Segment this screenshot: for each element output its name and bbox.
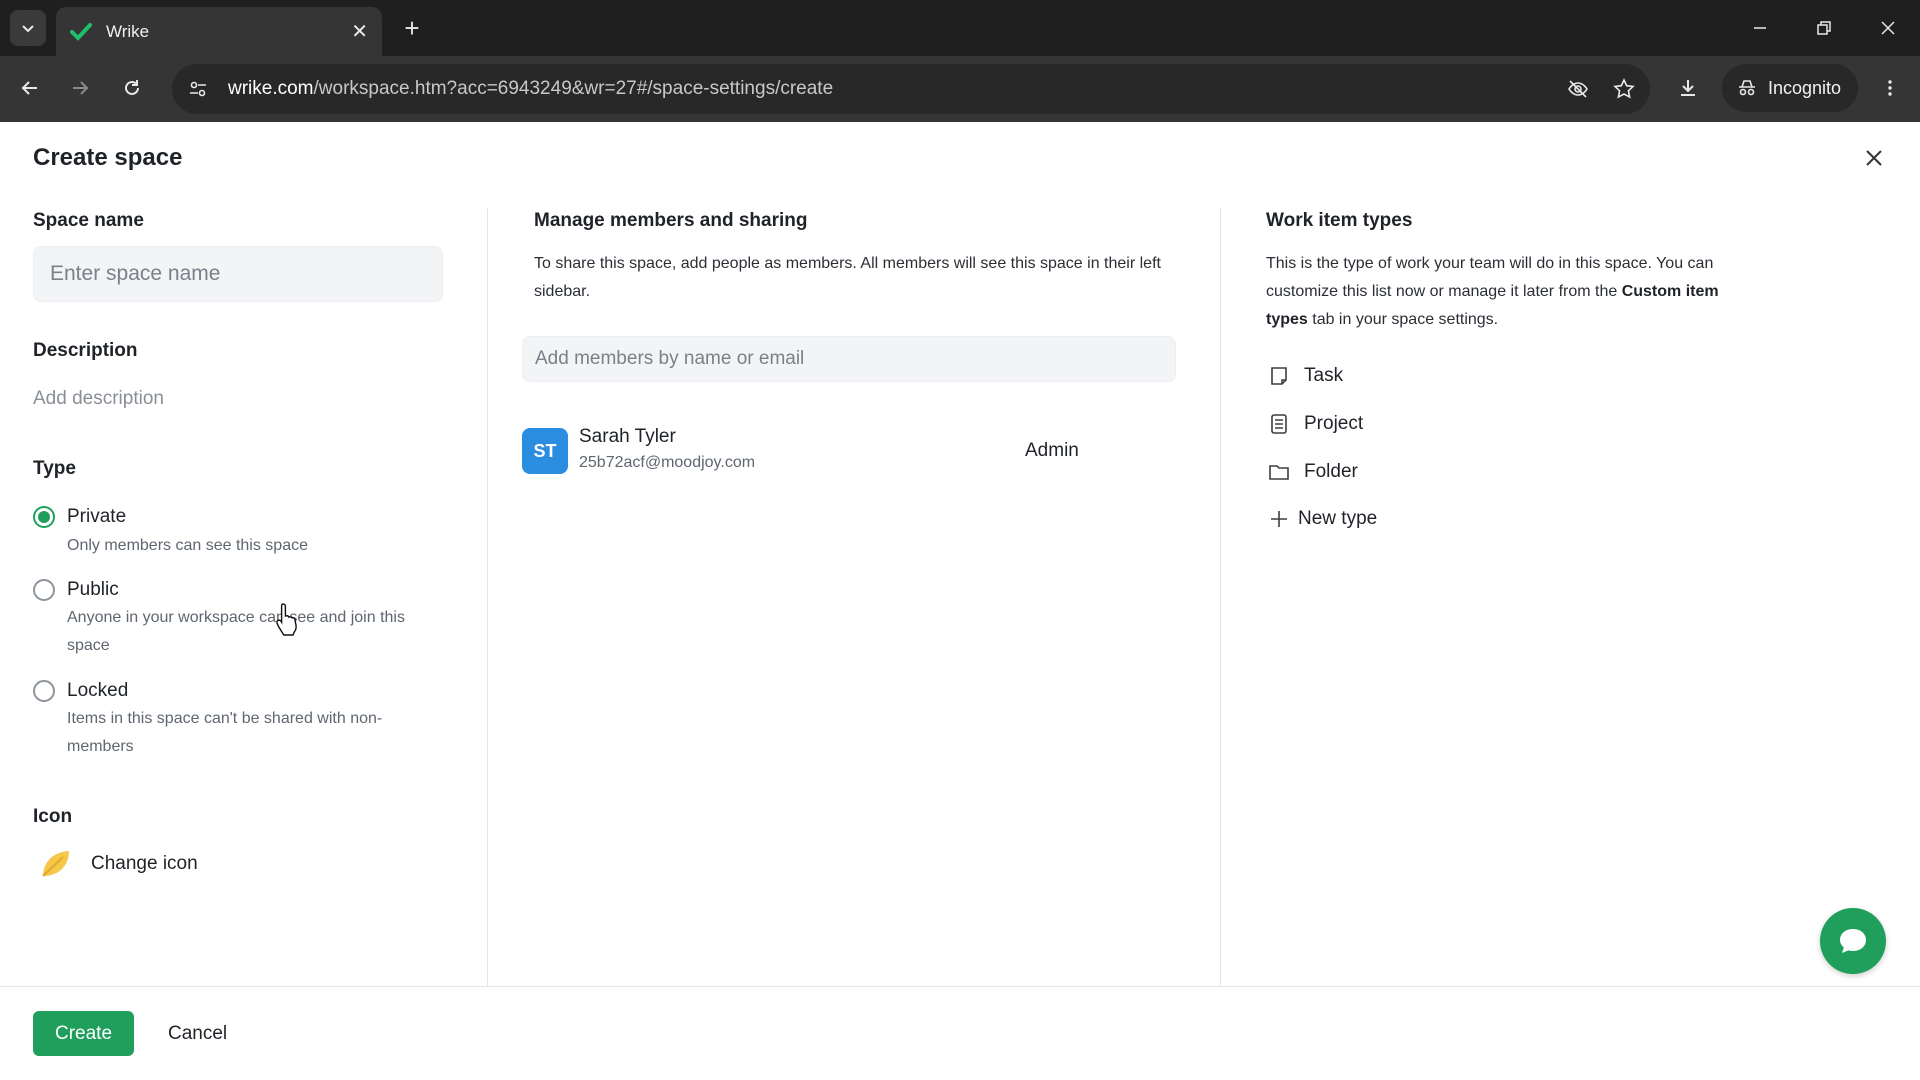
type-option-label: Locked	[67, 680, 129, 701]
eye-off-icon[interactable]	[1558, 69, 1598, 109]
type-option-public[interactable]: Public	[33, 579, 119, 601]
incognito-icon	[1739, 80, 1755, 96]
wrike-logo-icon	[70, 22, 92, 41]
browser-menu-button[interactable]	[1872, 70, 1908, 106]
type-option-locked[interactable]: Locked	[33, 680, 128, 702]
browser-toolbar: wrike.com/workspace.htm?acc=6943249&wr=2…	[0, 56, 1920, 122]
back-button[interactable]	[12, 70, 48, 106]
minimize-icon	[1754, 27, 1766, 29]
leaf-icon	[42, 851, 69, 877]
new-type-button[interactable]: New type	[1268, 508, 1377, 530]
change-icon-label: Change icon	[91, 853, 198, 874]
close-icon	[1881, 21, 1895, 35]
column-divider	[487, 208, 488, 1020]
wit-desc-text: tab in your space settings.	[1307, 311, 1499, 328]
chat-bubble-icon	[1840, 929, 1866, 953]
icon-label: Icon	[33, 806, 73, 827]
download-icon	[1681, 80, 1695, 96]
hand-cursor-icon	[276, 603, 297, 636]
type-option-desc: Only members can see this space	[67, 537, 308, 554]
address-bar[interactable]: wrike.com/workspace.htm?acc=6943249&wr=2…	[172, 64, 1650, 114]
restore-icon	[1817, 21, 1831, 35]
type-label: Type	[33, 458, 76, 479]
member-email: 25b72acf@moodjoy.com	[579, 454, 756, 471]
cancel-button[interactable]: Cancel	[168, 1011, 227, 1056]
add-members-input[interactable]	[522, 336, 1176, 382]
column-divider	[1220, 208, 1221, 1020]
description-label: Description	[33, 340, 138, 361]
tab-search-button[interactable]	[10, 10, 46, 46]
type-option-label: Public	[67, 579, 119, 600]
project-icon	[1271, 414, 1287, 434]
more-vertical-icon	[1888, 80, 1892, 96]
member-row: ST Sarah Tyler 25b72acf@moodjoy.com Admi…	[522, 424, 1082, 476]
create-button[interactable]: Create	[33, 1011, 134, 1056]
type-option-desc: Anyone in your workspace can see and joi…	[67, 609, 405, 654]
browser-tabbar: Wrike ✕ +	[0, 0, 1920, 56]
work-item-type-label: Task	[1304, 365, 1344, 386]
reload-icon	[125, 80, 139, 95]
members-title: Manage members and sharing	[534, 210, 808, 231]
site-info-icon[interactable]	[178, 69, 218, 109]
space-name-label: Space name	[33, 210, 144, 231]
download-button[interactable]	[1670, 70, 1706, 106]
work-item-types-description: This is the type of work your team will …	[1266, 250, 1726, 334]
arrow-left-icon	[21, 81, 37, 95]
radio-public[interactable]	[33, 579, 55, 601]
tab-title: Wrike	[106, 21, 150, 41]
space-name-input[interactable]	[33, 246, 443, 302]
url-text: wrike.com/workspace.htm?acc=6943249&wr=2…	[228, 78, 1558, 100]
new-type-label: New type	[1298, 508, 1378, 529]
create-space-dialog: Create space Space name Description Add …	[0, 122, 1920, 1080]
folder-icon	[1269, 465, 1289, 480]
member-name: Sarah Tyler	[579, 426, 676, 447]
dialog-close-button[interactable]	[1860, 144, 1888, 172]
reload-button[interactable]	[114, 70, 150, 106]
chat-button[interactable]	[1820, 908, 1886, 974]
change-icon-button[interactable]: Change icon	[37, 846, 198, 882]
dialog-footer: Create Cancel	[0, 986, 1920, 1080]
star-icon[interactable]	[1604, 69, 1644, 109]
plus-icon	[1271, 511, 1287, 527]
url-path: /workspace.htm?acc=6943249&wr=27#/space-…	[313, 78, 834, 99]
radio-private[interactable]	[33, 506, 55, 528]
radio-locked[interactable]	[33, 680, 55, 702]
work-item-type-project[interactable]: Project	[1268, 413, 1363, 435]
url-domain: wrike.com	[228, 78, 314, 99]
tab-close-icon[interactable]: ✕	[351, 19, 368, 44]
minimize-button[interactable]	[1740, 10, 1780, 46]
new-tab-button[interactable]: +	[396, 12, 428, 44]
work-item-types-title: Work item types	[1266, 210, 1413, 231]
arrow-right-icon	[73, 81, 89, 95]
members-description: To share this space, add people as membe…	[534, 255, 1161, 300]
member-role-dropdown[interactable]: Admin	[1025, 440, 1079, 462]
close-icon	[1866, 150, 1882, 166]
task-icon	[1271, 367, 1287, 385]
type-option-label: Private	[67, 506, 127, 527]
chevron-down-icon	[22, 25, 34, 33]
description-input[interactable]: Add description	[33, 388, 164, 410]
window-close-button[interactable]	[1868, 10, 1908, 46]
work-item-type-folder[interactable]: Folder	[1268, 461, 1358, 483]
type-option-private[interactable]: Private	[33, 506, 126, 528]
work-item-type-label: Project	[1304, 413, 1364, 434]
incognito-indicator[interactable]: Incognito	[1722, 64, 1858, 112]
work-item-type-task[interactable]: Task	[1268, 365, 1343, 387]
forward-button[interactable]	[62, 70, 98, 106]
restore-button[interactable]	[1804, 10, 1844, 46]
avatar: ST	[522, 428, 568, 474]
page-title: Create space	[33, 144, 183, 171]
type-option-desc: Items in this space can't be shared with…	[67, 710, 383, 755]
work-item-type-label: Folder	[1304, 461, 1358, 482]
browser-tab[interactable]: Wrike ✕	[56, 7, 382, 56]
incognito-label: Incognito	[1768, 77, 1842, 98]
